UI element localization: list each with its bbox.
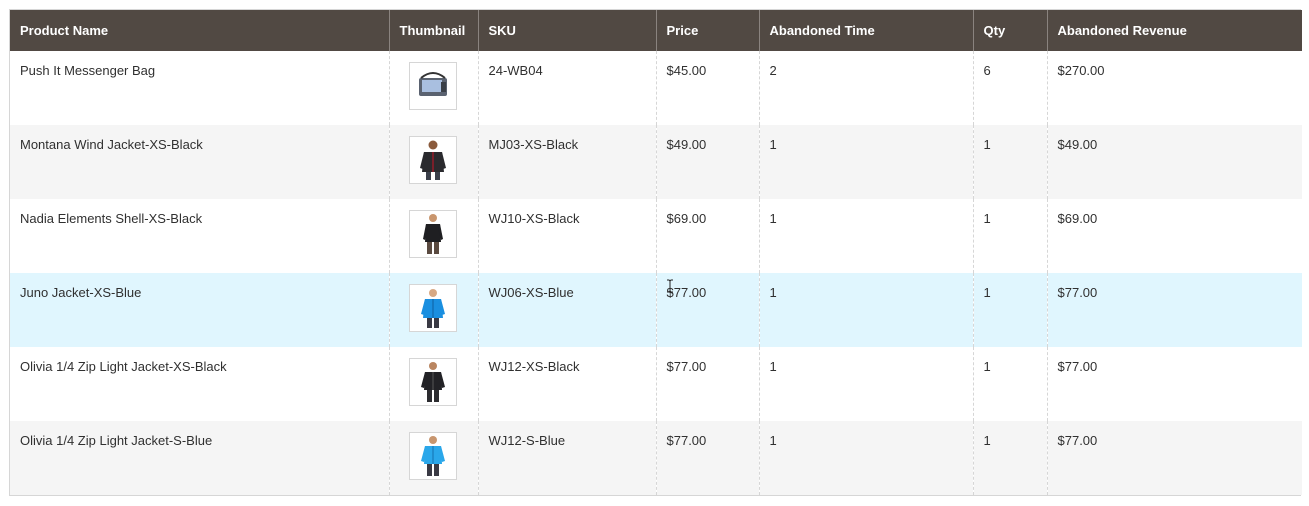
text-cursor-icon <box>667 279 673 293</box>
product-name-cell: Nadia Elements Shell-XS-Black <box>10 199 389 273</box>
table-row[interactable]: Nadia Elements Shell-XS-Black WJ10-XS-Bl… <box>10 199 1302 273</box>
qty-cell: 1 <box>972 125 1047 199</box>
qty-cell: 1 <box>972 421 1047 495</box>
column-header-sku[interactable]: SKU <box>477 10 656 51</box>
abandoned-time-cell: 1 <box>758 273 973 347</box>
blue-jacket-icon[interactable] <box>408 284 457 332</box>
thumbnail-cell <box>388 125 478 199</box>
column-header-abandoned-revenue[interactable]: Abandoned Revenue <box>1046 10 1302 51</box>
column-header-product-name[interactable]: Product Name <box>10 10 389 51</box>
thumbnail-cell <box>388 421 478 495</box>
abandoned-revenue-cell: $270.00 <box>1046 51 1302 125</box>
qty-cell: 6 <box>972 51 1047 125</box>
table-header-row: Product Name Thumbnail SKU Price Abandon… <box>10 10 1302 51</box>
product-name-cell: Push It Messenger Bag <box>10 51 389 125</box>
price-cell: $77.00 <box>655 421 759 495</box>
price-cell: $45.00 <box>655 51 759 125</box>
product-name-cell: Olivia 1/4 Zip Light Jacket-XS-Black <box>10 347 389 421</box>
table-row[interactable]: Olivia 1/4 Zip Light Jacket-XS-Black WJ1… <box>10 347 1302 421</box>
thumbnail-cell <box>388 199 478 273</box>
abandoned-revenue-cell: $77.00 <box>1046 347 1302 421</box>
black-jacket-icon[interactable] <box>408 210 457 258</box>
table-row[interactable]: Juno Jacket-XS-Blue WJ06-XS-Blue $77.00 … <box>10 273 1302 347</box>
qty-cell: 1 <box>972 273 1047 347</box>
abandoned-time-cell: 1 <box>758 199 973 273</box>
abandoned-revenue-cell: $77.00 <box>1046 421 1302 495</box>
abandoned-time-cell: 2 <box>758 51 973 125</box>
column-header-abandoned-time[interactable]: Abandoned Time <box>758 10 973 51</box>
column-header-thumbnail: Thumbnail <box>388 10 478 51</box>
product-name-cell: Montana Wind Jacket-XS-Black <box>10 125 389 199</box>
price-cell: $77.00 <box>655 347 759 421</box>
messenger-bag-icon[interactable] <box>408 62 457 110</box>
qty-cell: 1 <box>972 199 1047 273</box>
product-name-cell: Juno Jacket-XS-Blue <box>10 273 389 347</box>
product-name-cell: Olivia 1/4 Zip Light Jacket-S-Blue <box>10 421 389 495</box>
column-header-price[interactable]: Price <box>655 10 759 51</box>
sku-cell: WJ06-XS-Blue <box>477 273 656 347</box>
sku-cell: WJ10-XS-Black <box>477 199 656 273</box>
abandoned-products-grid: Product Name Thumbnail SKU Price Abandon… <box>9 9 1302 496</box>
abandoned-time-cell: 1 <box>758 421 973 495</box>
thumbnail-cell <box>388 347 478 421</box>
abandoned-revenue-cell: $49.00 <box>1046 125 1302 199</box>
abandoned-time-cell: 1 <box>758 347 973 421</box>
abandoned-products-table: Product Name Thumbnail SKU Price Abandon… <box>10 10 1302 495</box>
sku-cell: WJ12-S-Blue <box>477 421 656 495</box>
price-cell: $69.00 <box>655 199 759 273</box>
thumbnail-cell <box>388 51 478 125</box>
sku-cell: WJ12-XS-Black <box>477 347 656 421</box>
price-cell: $49.00 <box>655 125 759 199</box>
table-row[interactable]: Push It Messenger Bag 24-WB04 $45.00 2 6 <box>10 51 1302 125</box>
sku-cell: 24-WB04 <box>477 51 656 125</box>
qty-cell: 1 <box>972 347 1047 421</box>
thumbnail-cell <box>388 273 478 347</box>
table-row[interactable]: Olivia 1/4 Zip Light Jacket-S-Blue WJ12-… <box>10 421 1302 495</box>
blue-jacket-icon[interactable] <box>408 432 457 480</box>
black-jacket-icon[interactable] <box>408 358 457 406</box>
column-header-qty[interactable]: Qty <box>972 10 1047 51</box>
black-jacket-icon[interactable] <box>408 136 457 184</box>
abandoned-time-cell: 1 <box>758 125 973 199</box>
table-row[interactable]: Montana Wind Jacket-XS-Black MJ03-XS-Bla… <box>10 125 1302 199</box>
abandoned-revenue-cell: $77.00 <box>1046 273 1302 347</box>
abandoned-revenue-cell: $69.00 <box>1046 199 1302 273</box>
sku-cell: MJ03-XS-Black <box>477 125 656 199</box>
